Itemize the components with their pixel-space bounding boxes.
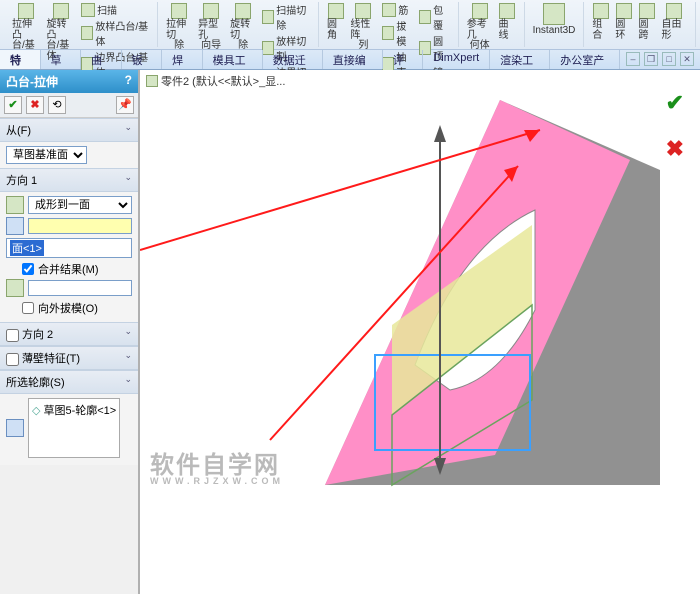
loft-boss-button[interactable]: 放样凸台/基体 [79,18,151,48]
draft-outward-checkbox[interactable]: 向外拔模(O) [22,300,132,316]
end-condition-select[interactable]: 成形到一面 [28,196,132,214]
tab-sketch[interactable]: 草图 [41,50,82,69]
window-max-button[interactable]: □ [662,52,676,66]
curves-button[interactable]: 曲线 [496,2,517,53]
pm-pin-button[interactable]: 📌 [116,96,134,114]
ribbon-toolbar: 拉伸凸台/基体 旋转凸台/基体 扫描 放样凸台/基体 边界凸台/基体 拉伸切除 … [0,0,700,50]
watermark: 软件自学网 WWW.RJZXW.COM [150,445,284,486]
depth-input[interactable] [28,218,132,234]
command-tabs: 特征 草图 曲面 钣金 焊件 模具工具 数据迁移 直接编辑 评估 DimXper… [0,50,700,70]
wrap-button[interactable]: 包覆 [417,2,452,32]
tab-moldtools[interactable]: 模具工具 [203,50,263,69]
tab-weldments[interactable]: 焊件 [162,50,203,69]
contour-list[interactable]: 草图5-轮廓<1> [28,398,120,458]
freeform-button[interactable]: 自由形 [659,2,689,42]
pm-cancel-button[interactable]: ✖ [26,96,44,114]
draft-input[interactable] [28,280,132,296]
window-close-button[interactable]: ✕ [680,52,694,66]
window-restore-button[interactable]: ❐ [644,52,658,66]
rib-button[interactable]: 筋 [380,2,415,17]
reverse-dir-icon[interactable] [6,196,24,214]
swept-boss-button[interactable]: 扫描 [79,2,151,17]
pm-title: 凸台-拉伸 [6,73,58,90]
tab-office[interactable]: 办公室产品 [550,50,620,69]
ref-geometry-button[interactable]: 参考几何体 [465,2,495,53]
window-min-button[interactable]: – [626,52,640,66]
combine-button[interactable]: 组合 [590,2,611,42]
section-dir1[interactable]: 方向 1⌄ [0,168,138,192]
ring-button[interactable]: 圆环 [613,2,634,42]
tab-features[interactable]: 特征 [0,50,41,69]
tab-surface[interactable]: 曲面 [81,50,122,69]
tab-sheetmetal[interactable]: 钣金 [122,50,163,69]
tab-datamigration[interactable]: 数据迁移 [263,50,323,69]
depth-icon [6,217,24,235]
section-dir2[interactable]: 方向 2⌄ [0,322,138,346]
contour-item[interactable]: 草图5-轮廓<1> [32,402,116,418]
doughnut-button[interactable]: 圆跨 [636,2,657,42]
draft-button[interactable]: 拔模 [380,18,415,48]
tab-directedit[interactable]: 直接编辑 [323,50,383,69]
section-contours[interactable]: 所选轮廓(S)⌄ [0,370,138,394]
pm-help-icon[interactable]: ? [125,73,132,90]
pm-ok-button[interactable]: ✔ [4,96,22,114]
tab-render[interactable]: 渲染工具 [490,50,550,69]
pm-detail-button[interactable]: ⟲ [48,96,66,114]
instant3d-button[interactable]: Instant3D [531,2,578,38]
section-thin[interactable]: 薄壁特征(T)⌄ [0,346,138,370]
contour-icon [6,419,24,437]
graphics-area[interactable]: 零件2 (默认<<默认>_显... ✔ ✖ 软件自学网 WWW.RJZXW.CO… [140,70,700,594]
pm-title-bar: 凸台-拉伸 ? [0,70,138,93]
swept-cut-button[interactable]: 扫描切除 [260,2,312,32]
tab-dimxpert[interactable]: DimXpert [423,50,490,69]
tab-evaluate[interactable]: 评估 [383,50,424,69]
draft-icon[interactable] [6,279,24,297]
merge-result-checkbox[interactable]: 合并结果(M) [22,261,132,277]
property-manager: 凸台-拉伸 ? ✔ ✖ ⟲ 📌 从(F)⌄ 草图基准面 方向 1⌄ 成形到一面 … [0,70,140,594]
section-from[interactable]: 从(F)⌄ [0,118,138,142]
face-selection[interactable]: 面<1> [6,238,132,258]
from-select[interactable]: 草图基准面 [6,146,87,164]
model-view [140,70,700,580]
